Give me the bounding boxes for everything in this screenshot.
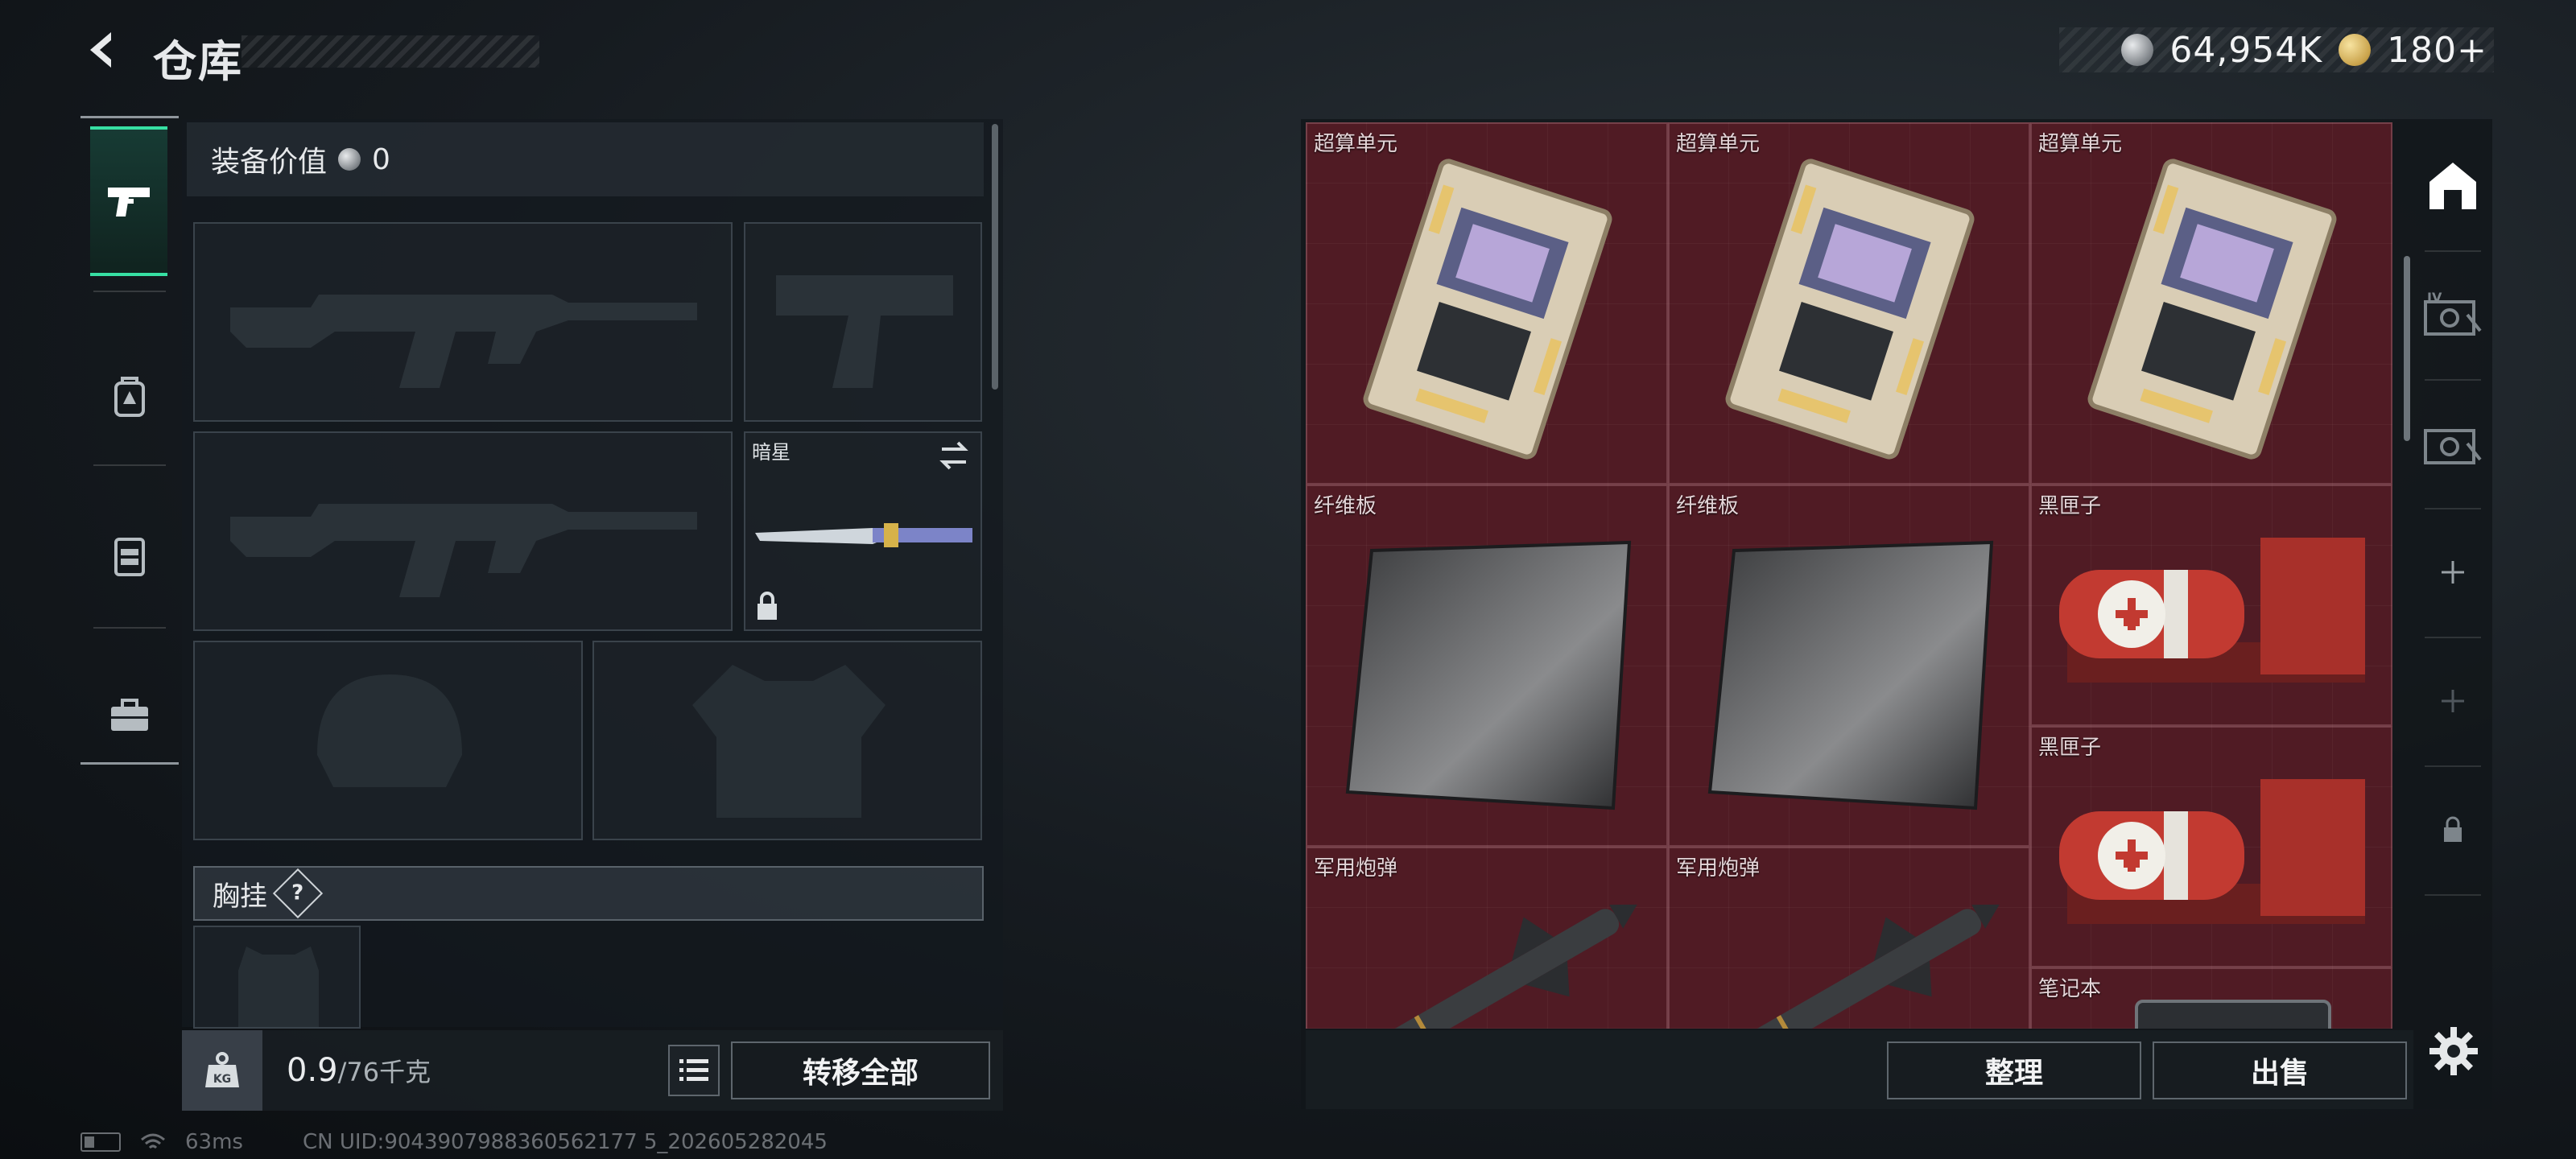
primary-weapon-slot-2[interactable] <box>193 431 733 631</box>
rifle-silhouette-icon <box>230 504 697 597</box>
stash-item-fiber-board[interactable]: 纤维板 <box>1306 485 1668 847</box>
armor-silhouette-icon <box>692 665 886 818</box>
wifi-icon <box>141 1133 165 1149</box>
equipment-value-header: 装备价值 0 <box>187 122 984 196</box>
chest-rig-header: 胸挂 ? <box>193 866 984 921</box>
missile-icon <box>1711 904 2000 1029</box>
ping-value: 63ms <box>185 1130 243 1154</box>
silver-currency-value: 64,954K <box>2169 29 2323 71</box>
weight-icon: KG <box>205 1052 239 1087</box>
fiber-board-icon <box>1707 540 1994 810</box>
rail-item-weapons[interactable] <box>90 126 167 276</box>
stash-card-icon <box>2424 429 2482 464</box>
melee-slot-label: 暗星 <box>752 441 791 464</box>
stash-item-supercomputer-unit[interactable]: 超算单元 <box>1306 122 1668 485</box>
lock-icon <box>2444 816 2462 842</box>
stash-tab-2[interactable] <box>2417 383 2489 504</box>
pistol-silhouette-icon <box>776 275 953 388</box>
add-stash-tab-button[interactable] <box>2417 512 2489 633</box>
weight-current: 0.9 <box>287 1052 338 1089</box>
stash-tab-main[interactable] <box>2417 126 2489 246</box>
chest-rig-label: 胸挂 <box>213 880 267 913</box>
transfer-all-button[interactable]: 转移全部 <box>731 1041 990 1099</box>
gold-coin-icon <box>2339 34 2372 66</box>
fiber-board-icon <box>1345 540 1632 810</box>
organize-button[interactable]: 整理 <box>1887 1041 2141 1099</box>
weight-capacity: /76千克 <box>337 1057 431 1087</box>
equipment-scrollbar[interactable] <box>992 124 998 390</box>
sell-button[interactable]: 出售 <box>2153 1041 2407 1099</box>
rail-item-case[interactable] <box>80 638 179 791</box>
stash-item-black-box[interactable]: 黑匣子 <box>2030 485 2392 726</box>
list-view-button[interactable] <box>668 1045 720 1096</box>
help-icon[interactable]: ? <box>272 868 324 919</box>
black-box-icon <box>2059 538 2365 683</box>
stash-item-supercomputer-unit[interactable]: 超算单元 <box>1668 122 2030 485</box>
circuit-board-icon <box>1725 159 1975 460</box>
weight-bar: KG 0.9/76千克 转移全部 <box>182 1030 1003 1111</box>
circuit-board-icon <box>2087 159 2337 460</box>
rail-item-backpack[interactable] <box>80 320 179 472</box>
stash-item-supercomputer-unit[interactable]: 超算单元 <box>2030 122 2392 485</box>
stash-scrollbar[interactable] <box>2404 256 2410 441</box>
swap-icon[interactable] <box>937 439 971 472</box>
chest-rig-silhouette-icon <box>238 947 319 1027</box>
weight-readout: 0.9/76千克 <box>287 1052 431 1089</box>
gear-icon <box>2429 1027 2478 1075</box>
knife-icon <box>755 523 972 547</box>
title-stripe-decoration <box>242 35 539 68</box>
circuit-board-icon <box>1363 159 1612 460</box>
equipment-value-label: 装备价值 <box>211 146 328 179</box>
vault-icon <box>2429 163 2476 209</box>
pistol-slot[interactable] <box>744 222 982 422</box>
vest-icon <box>114 538 145 576</box>
briefcase-icon <box>111 699 148 731</box>
stash-item-black-box[interactable]: 黑匣子 <box>2030 726 2392 967</box>
equipment-value: 0 <box>372 142 390 176</box>
stash-grid: 超算单元 超算单元 超算单元 纤维板 纤维板 黑匣子 黑匣子 军用炮弹 军用炮弹… <box>1306 122 2392 1029</box>
stash-tab-rail: IV <box>2417 126 2489 930</box>
armor-slot[interactable] <box>592 641 982 840</box>
back-button[interactable] <box>77 24 129 76</box>
stash-tab-iv[interactable]: IV <box>2417 254 2489 375</box>
svg-text:KG: KG <box>213 1073 231 1086</box>
lock-icon <box>758 592 777 620</box>
stash-card-iv-icon: IV <box>2424 291 2482 336</box>
chest-rig-slot[interactable] <box>193 926 361 1029</box>
status-line: 63ms CN UID:9043907988360562177 5_202605… <box>80 1130 828 1154</box>
rail-item-vest[interactable] <box>80 479 179 632</box>
list-icon <box>679 1059 708 1081</box>
stash-item-fiber-board[interactable]: 纤维板 <box>1668 485 2030 847</box>
plus-icon <box>2442 561 2464 584</box>
stash-item-military-shell[interactable]: 军用炮弹 <box>1306 847 1668 1029</box>
battery-icon <box>80 1132 121 1152</box>
laptop-icon <box>2135 1000 2331 1029</box>
gold-currency-value: 180+ <box>2387 29 2487 71</box>
missile-icon <box>1348 904 1637 1029</box>
helmet-slot[interactable] <box>193 641 583 840</box>
black-box-icon <box>2059 779 2365 924</box>
helmet-silhouette-icon <box>317 674 462 787</box>
melee-slot[interactable]: 暗星 <box>744 431 982 631</box>
primary-weapon-slot-1[interactable] <box>193 222 733 422</box>
stash-footer: 整理 出售 <box>1306 1030 2413 1109</box>
stash-item-laptop[interactable]: 笔记本 <box>2030 967 2392 1029</box>
weight-icon-box: KG <box>182 1030 262 1111</box>
rifle-silhouette-icon <box>230 295 697 388</box>
silver-coin-icon <box>2121 34 2154 66</box>
chevron-left-icon <box>90 32 111 68</box>
currency-bar: 64,954K 180+ <box>2059 27 2494 72</box>
svg-text:IV: IV <box>2427 291 2442 305</box>
pistol-icon <box>108 188 150 217</box>
plus-icon <box>2442 690 2464 712</box>
settings-button[interactable] <box>2423 1021 2484 1082</box>
stash-item-military-shell[interactable]: 军用炮弹 <box>1668 847 2030 1029</box>
page-title: 仓库 <box>153 36 243 87</box>
category-rail <box>80 116 179 765</box>
add-stash-tab-button-disabled[interactable] <box>2417 641 2489 761</box>
uid-text: CN UID:9043907988360562177 5_20260528204… <box>302 1130 828 1154</box>
locked-stash-tab[interactable] <box>2417 769 2489 890</box>
backpack-icon <box>114 377 145 417</box>
silver-coin-icon <box>338 148 361 171</box>
